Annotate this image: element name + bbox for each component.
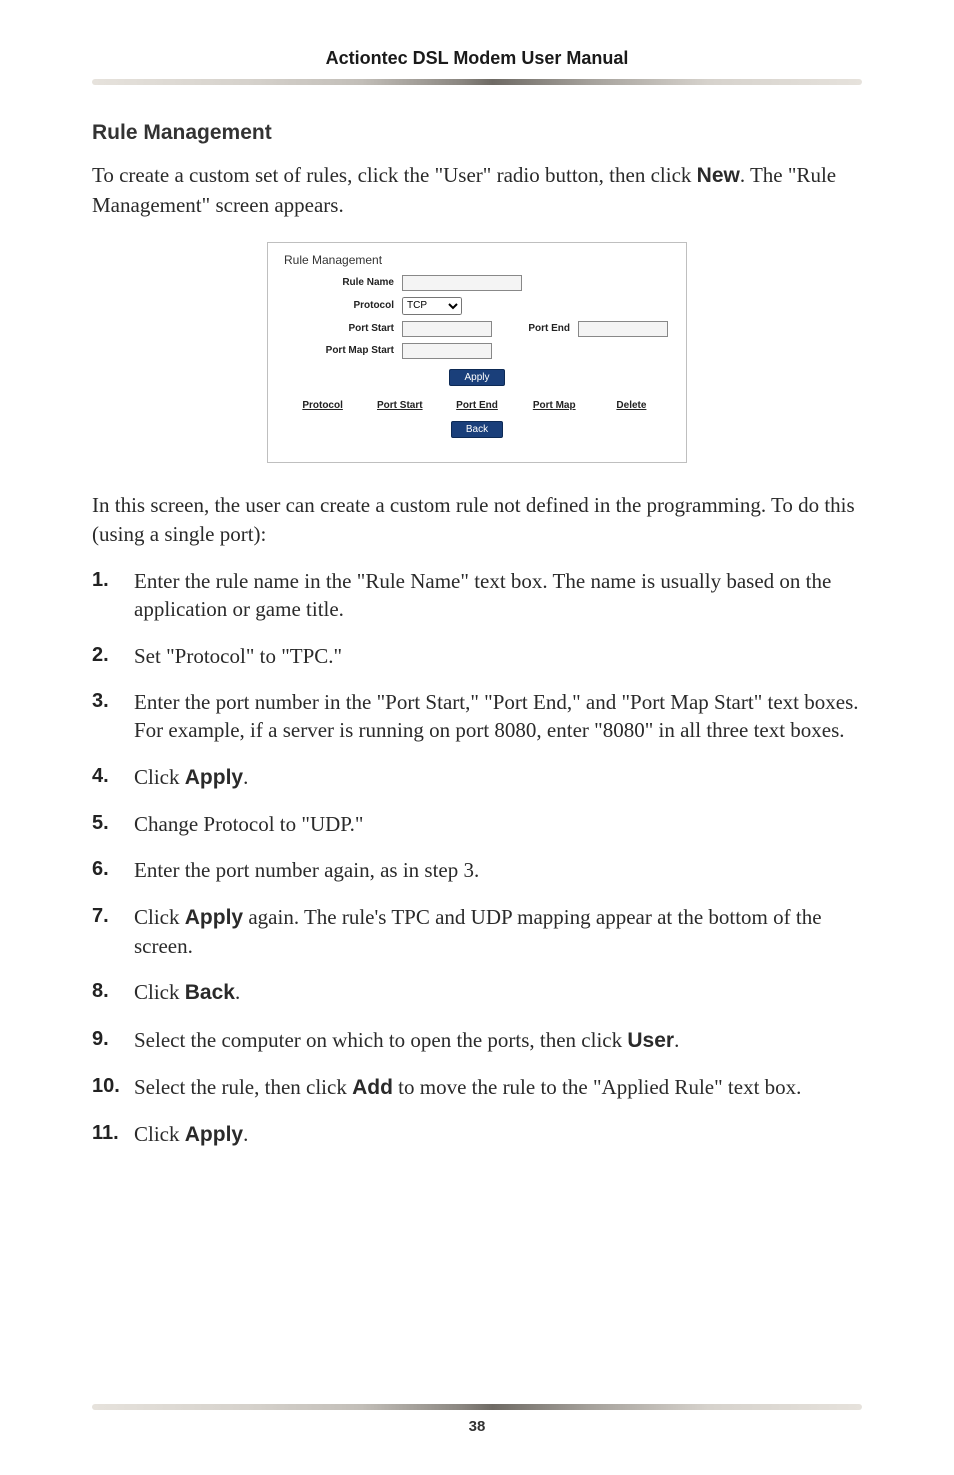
step-3: Enter the port number in the "Port Start… [92,688,862,745]
col-port-end: Port End [438,400,515,411]
port-start-input[interactable] [402,321,492,337]
step-8-b: . [235,980,240,1004]
page-header-title: Actiontec DSL Modem User Manual [92,48,862,69]
step-4: Click Apply. [92,763,862,792]
label-rule-name: Rule Name [284,277,394,288]
step-7: Click Apply again. The rule's TPC and UD… [92,903,862,961]
step-11-b: . [243,1122,248,1146]
rule-management-figure: Rule Management Rule Name Protocol TCP P… [267,242,687,463]
table-header-row: Protocol Port Start Port End Port Map De… [284,400,670,411]
step-10-a: Select the rule, then click [134,1075,352,1099]
step-9-bold: User [627,1029,674,1052]
rule-name-input[interactable] [402,275,522,291]
page-number: 38 [92,1418,862,1435]
step-8: Click Back. [92,978,862,1007]
intro-paragraph: To create a custom set of rules, click t… [92,161,862,220]
step-7-a: Click [134,905,185,929]
step-4-b: . [243,765,248,789]
step-11: Click Apply. [92,1120,862,1149]
label-protocol: Protocol [284,300,394,311]
col-port-start: Port Start [361,400,438,411]
protocol-select[interactable]: TCP [402,297,462,315]
step-4-a: Click [134,765,185,789]
step-4-bold: Apply [185,766,243,789]
step-2: Set "Protocol" to "TPC." [92,642,862,670]
port-map-start-input[interactable] [402,343,492,359]
paragraph-2: In this screen, the user can create a cu… [92,491,862,549]
label-port-map-start: Port Map Start [284,345,394,356]
step-9-b: . [674,1028,679,1052]
step-11-a: Click [134,1122,185,1146]
step-9: Select the computer on which to open the… [92,1026,862,1055]
step-10: Select the rule, then click Add to move … [92,1073,862,1102]
figure-title: Rule Management [284,253,670,267]
step-8-bold: Back [185,981,235,1004]
col-delete: Delete [593,400,670,411]
step-10-b: to move the rule to the "Applied Rule" t… [393,1075,802,1099]
apply-button[interactable]: Apply [449,369,504,386]
step-8-a: Click [134,980,185,1004]
intro-text-a: To create a custom set of rules, click t… [92,163,697,187]
back-button[interactable]: Back [451,421,503,438]
col-protocol: Protocol [284,400,361,411]
port-end-input[interactable] [578,321,668,337]
footer-divider [92,1404,862,1410]
section-heading: Rule Management [92,121,862,145]
step-10-bold: Add [352,1076,393,1099]
step-5: Change Protocol to "UDP." [92,810,862,838]
header-divider [92,79,862,85]
step-7-bold: Apply [185,906,243,929]
intro-bold-new: New [697,164,740,187]
col-port-map: Port Map [516,400,593,411]
steps-list: Enter the rule name in the "Rule Name" t… [92,567,862,1150]
label-port-start: Port Start [284,323,394,334]
step-11-bold: Apply [185,1123,243,1146]
step-1: Enter the rule name in the "Rule Name" t… [92,567,862,624]
step-9-a: Select the computer on which to open the… [134,1028,627,1052]
label-port-end: Port End [500,323,570,334]
step-6: Enter the port number again, as in step … [92,856,862,884]
